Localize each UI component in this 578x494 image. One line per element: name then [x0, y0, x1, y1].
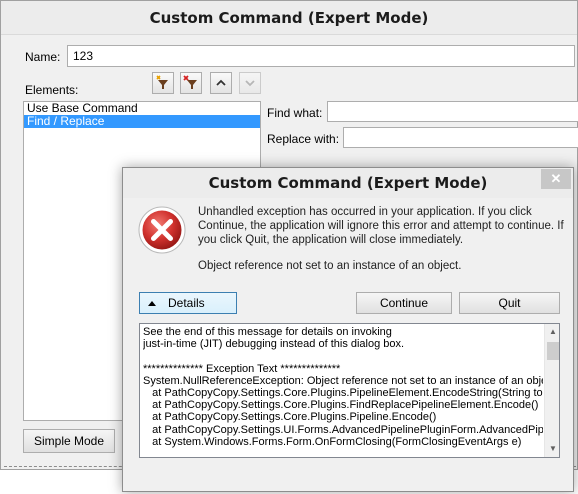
simple-mode-label: Simple Mode: [33, 434, 105, 448]
window-title: Custom Command (Expert Mode): [1, 1, 577, 35]
remove-filter-icon: [183, 75, 199, 91]
chevron-up-icon: [215, 78, 227, 88]
add-element-button[interactable]: [152, 72, 174, 94]
error-dialog: Custom Command (Expert Mode) ✕ Unhandled…: [122, 167, 574, 492]
error-detail-message: Object reference not set to an instance …: [198, 260, 462, 272]
error-message: Unhandled exception has occurred in your…: [198, 206, 564, 246]
add-filter-icon: [155, 75, 171, 91]
remove-element-button[interactable]: [180, 72, 202, 94]
name-label: Name:: [25, 50, 61, 64]
exception-details-text: See the end of this message for details …: [143, 326, 543, 448]
continue-button[interactable]: Continue: [356, 292, 452, 314]
list-item[interactable]: Find / Replace: [24, 115, 260, 128]
scroll-up-icon[interactable]: ▲: [545, 324, 559, 340]
details-line: System.NullReferenceException: Object re…: [143, 374, 543, 387]
details-line: just-in-time (JIT) debugging instead of …: [143, 338, 405, 351]
details-line: [143, 350, 543, 362]
details-line: at PathCopyCopy.Settings.UI.Forms.Advanc…: [152, 423, 543, 436]
details-label: Details: [168, 296, 205, 310]
vertical-scrollbar[interactable]: ▲ ▼: [544, 324, 559, 457]
details-line: at PathCopyCopy.Settings.Core.Plugins.Fi…: [143, 399, 539, 412]
details-line: ************** Exception Text **********…: [143, 362, 341, 375]
find-what-input[interactable]: [327, 101, 578, 122]
details-line: at PathCopyCopy.Settings.Core.Plugins.Pi…: [143, 411, 437, 424]
replace-with-input[interactable]: [343, 127, 578, 148]
close-icon: ✕: [550, 171, 562, 186]
chevron-down-icon: [244, 78, 256, 88]
close-button[interactable]: ✕: [541, 169, 571, 189]
continue-label: Continue: [379, 296, 429, 310]
collapse-arrow-icon: [148, 300, 156, 306]
dialog-title: Custom Command (Expert Mode): [123, 168, 573, 198]
find-what-label: Find what:: [267, 106, 323, 120]
elements-label: Elements:: [25, 83, 79, 97]
details-line: at PathCopyCopy.Settings.Core.Plugins.Pi…: [143, 387, 543, 399]
quit-label: Quit: [498, 296, 521, 310]
replace-with-label: Replace with:: [267, 132, 340, 146]
details-line: See the end of this message for details …: [143, 326, 392, 338]
name-input[interactable]: [67, 45, 575, 67]
scroll-down-icon[interactable]: ▼: [545, 441, 559, 457]
move-up-button[interactable]: [210, 72, 232, 94]
quit-button[interactable]: Quit: [459, 292, 560, 314]
move-down-button[interactable]: [239, 72, 261, 94]
details-line: at System.Windows.Forms.Form.OnFormClosi…: [143, 435, 522, 448]
exception-details-textbox[interactable]: See the end of this message for details …: [139, 323, 560, 458]
details-button[interactable]: Details: [139, 292, 237, 314]
scroll-thumb[interactable]: [547, 342, 559, 360]
error-icon: [137, 205, 187, 255]
simple-mode-button[interactable]: Simple Mode: [23, 429, 115, 453]
